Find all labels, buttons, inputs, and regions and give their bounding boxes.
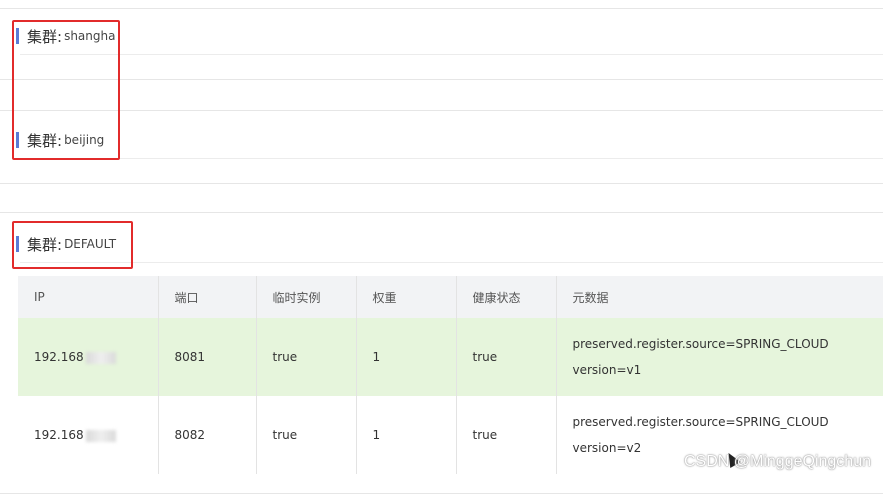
metadata-line: preserved.register.source=SPRING_CLOUD	[573, 409, 883, 435]
redacted-blur	[86, 352, 116, 364]
cluster-panel-shanghai	[0, 8, 883, 80]
highlight-box-shanghai-beijing	[12, 20, 120, 160]
cell-healthy: true	[456, 318, 556, 396]
cell-healthy: true	[456, 396, 556, 474]
divider	[20, 54, 883, 55]
cell-port: 8082	[158, 396, 256, 474]
table-header-row: IP 端口 临时实例 权重 健康状态 元数据	[18, 276, 883, 318]
metadata-line: preserved.register.source=SPRING_CLOUD	[573, 331, 883, 357]
redacted-blur	[86, 430, 116, 442]
divider	[20, 262, 883, 263]
cell-ephemeral: true	[256, 396, 356, 474]
ip-text: 192.168	[34, 350, 84, 364]
cell-ephemeral: true	[256, 318, 356, 396]
cell-weight: 1	[356, 396, 456, 474]
col-header-port: 端口	[158, 276, 256, 318]
watermark: CSDN @MinggeQingchun	[684, 453, 871, 471]
cell-port: 8081	[158, 318, 256, 396]
metadata-line: version=v1	[573, 357, 883, 383]
col-header-metadata: 元数据	[556, 276, 883, 318]
highlight-box-default	[12, 221, 133, 269]
col-header-healthy: 健康状态	[456, 276, 556, 318]
col-header-ip: IP	[18, 276, 158, 318]
instance-table: IP 端口 临时实例 权重 健康状态 元数据 192.168 8081 true…	[18, 276, 883, 474]
cluster-panel-beijing	[0, 110, 883, 184]
table-row: 192.168 8081 true 1 true preserved.regis…	[18, 318, 883, 396]
cell-ip: 192.168	[18, 396, 158, 474]
cell-ip: 192.168	[18, 318, 158, 396]
cell-weight: 1	[356, 318, 456, 396]
divider	[20, 158, 883, 159]
cell-metadata: preserved.register.source=SPRING_CLOUD v…	[556, 318, 883, 396]
col-header-ephemeral: 临时实例	[256, 276, 356, 318]
ip-text: 192.168	[34, 428, 84, 442]
col-header-weight: 权重	[356, 276, 456, 318]
